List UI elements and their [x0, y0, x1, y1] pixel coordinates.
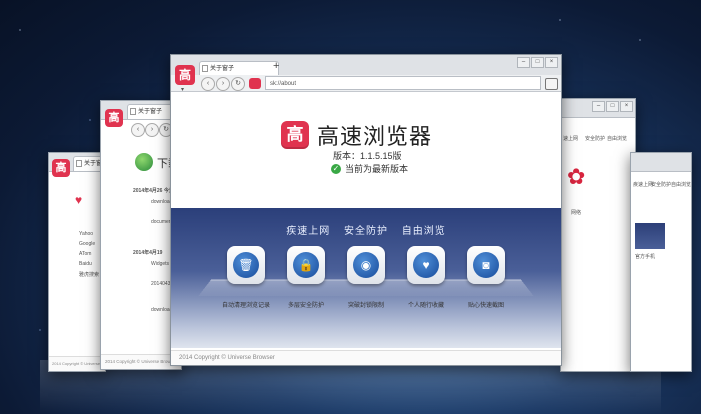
slogan-item: 安全防护: [344, 226, 388, 237]
list-item[interactable]: Yahoo: [79, 231, 93, 237]
footer: 2014 Copyright © Universe Browser: [101, 354, 181, 369]
browser-window-main[interactable]: 关于窗子 + – □ × 高 ▾ ‹ › ↻ sk://about 高 高速浏览…: [170, 54, 562, 366]
menu-item[interactable]: 自由浏览: [607, 135, 627, 142]
slogan-item: 疾速上网: [286, 226, 331, 237]
window-controls[interactable]: – □ ×: [592, 101, 633, 112]
feature-screenshot[interactable]: ◙ 贴心快速截图: [451, 246, 521, 309]
version-text: 版本：1.1.5.15版: [333, 151, 402, 161]
item-label: 官方手机: [635, 254, 656, 260]
back-button[interactable]: ‹: [201, 77, 215, 91]
app-logo-large: 高: [281, 121, 309, 149]
menu-item[interactable]: 疾速上网: [633, 181, 653, 188]
item-label: 网络: [571, 210, 582, 216]
tab-label: 关于窗子: [210, 66, 235, 72]
promo-thumbnail: [635, 223, 665, 249]
check-icon: ✓: [331, 163, 341, 174]
list-item[interactable]: Google: [79, 241, 95, 247]
app-logo[interactable]: 高: [105, 109, 123, 127]
download-icon: [135, 153, 153, 171]
slogan-item: 自由浏览: [401, 226, 446, 237]
tab-about[interactable]: 关于窗子: [199, 61, 279, 76]
menu-item[interactable]: 安全防护: [585, 135, 605, 142]
url-text: sk://about: [270, 81, 297, 87]
browser-window-far-right[interactable]: 疾速上网 安全防护 自由浏览 官方手机: [630, 152, 692, 372]
close-button[interactable]: ×: [620, 101, 633, 112]
trash-icon: 🗑: [233, 252, 259, 278]
tab-label: 关于窗子: [138, 109, 163, 115]
heart-icon[interactable]: [249, 78, 261, 89]
app-menu-logo[interactable]: 高: [175, 65, 195, 85]
app-title: 高速浏览器: [317, 124, 433, 149]
mascot-icon: ✿: [567, 164, 586, 189]
date-header: 2014年4月26 今天: [133, 188, 174, 194]
app-logo[interactable]: 高: [52, 159, 70, 177]
download-item[interactable]: 2014043: [151, 281, 170, 287]
slogan: 疾速上网 安全防护 自由浏览: [171, 222, 561, 237]
camera-icon[interactable]: [545, 78, 558, 90]
window-controls[interactable]: – □ ×: [517, 57, 558, 68]
tab-bar: [631, 153, 691, 172]
reload-button[interactable]: ↻: [231, 77, 245, 91]
heart-icon: ♥: [75, 193, 83, 207]
heart-icon: ♥: [413, 252, 439, 278]
title-row: 高 高速浏览器: [281, 119, 432, 151]
lock-icon: 🔒: [293, 252, 319, 278]
next-arrow-icon[interactable]: ›: [610, 200, 616, 221]
feature-label: 贴心快速截图: [467, 303, 504, 309]
download-item[interactable]: Widgets: [151, 261, 169, 267]
forward-button[interactable]: ›: [216, 77, 230, 91]
list-item[interactable]: Baidu: [79, 261, 92, 267]
list-item[interactable]: 雅虎搜索: [79, 271, 99, 278]
footer: 2014 Copyright © Universe Browser: [171, 350, 561, 365]
page-icon: [202, 65, 208, 72]
browser-window-far-left[interactable]: 高 关于窗子 ♥ Yahoo Google ATom Baidu 雅虎搜索 20…: [48, 152, 106, 372]
maximize-button[interactable]: □: [531, 57, 544, 68]
list-item[interactable]: ATom: [79, 251, 91, 257]
feature-banner: 疾速上网 安全防护 自由浏览 🗑 自动清理浏览记录 🔒 多层安全防护 ◉ 突破封…: [171, 208, 561, 348]
maximize-button[interactable]: □: [606, 101, 619, 112]
date-header: 2014年4月19: [133, 250, 163, 256]
forward-button[interactable]: ›: [145, 123, 159, 137]
prev-arrow-icon[interactable]: ‹: [58, 250, 64, 271]
minimize-button[interactable]: –: [517, 57, 530, 68]
chevron-down-icon[interactable]: ▾: [181, 86, 184, 93]
browser-window-right[interactable]: – □ × 速上网 安全防护 自由浏览 ✿ 网络: [560, 98, 636, 372]
footer: 2014 Copyright © Universe Br: [49, 356, 105, 371]
new-tab-button[interactable]: +: [273, 60, 279, 72]
menu-item[interactable]: 速上网: [563, 135, 578, 142]
camera-icon: ◙: [473, 252, 499, 278]
close-button[interactable]: ×: [545, 57, 558, 68]
globe-icon: ◉: [353, 252, 379, 278]
minimize-button[interactable]: –: [592, 101, 605, 112]
next-arrow-icon[interactable]: ›: [670, 250, 676, 271]
address-bar[interactable]: sk://about: [265, 76, 541, 90]
menu-item[interactable]: 安全防护: [651, 181, 671, 188]
back-button[interactable]: ‹: [131, 123, 145, 137]
update-status-text: 当前为最新版本: [345, 164, 409, 174]
menu-item[interactable]: 自由浏览: [671, 181, 691, 188]
update-status: ✓ 当前为最新版本: [331, 162, 408, 175]
